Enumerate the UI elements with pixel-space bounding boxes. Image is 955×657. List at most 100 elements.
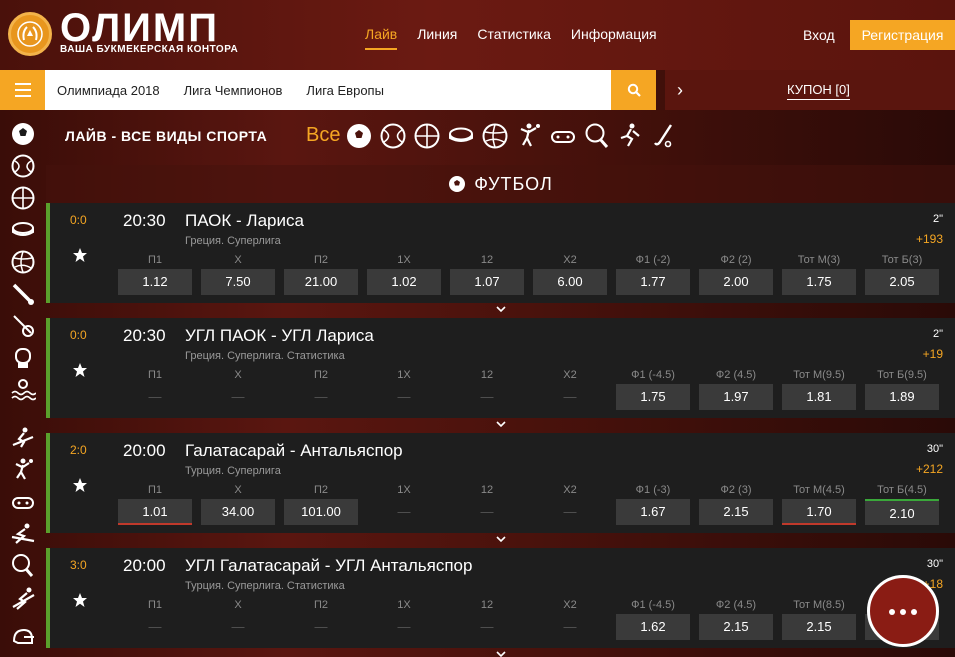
football-icon[interactable] bbox=[345, 122, 373, 150]
odd-cell: 12 1.07 bbox=[450, 253, 524, 295]
odd-cell: П2 — bbox=[284, 368, 358, 410]
american-football-icon[interactable] bbox=[10, 625, 36, 651]
nav-statistics[interactable]: Статистика bbox=[477, 26, 551, 50]
water-polo-icon[interactable] bbox=[10, 377, 36, 403]
register-button[interactable]: Регистрация bbox=[850, 20, 955, 50]
skiing-icon[interactable] bbox=[10, 425, 36, 451]
odd-value-button[interactable]: 2.05 bbox=[865, 269, 939, 295]
nav-line[interactable]: Линия bbox=[417, 26, 457, 50]
odd-value-button[interactable]: 1.89 bbox=[865, 384, 939, 410]
ski-jumping-icon[interactable] bbox=[10, 521, 36, 547]
quick-link-europa-league[interactable]: Лига Европы bbox=[306, 83, 384, 98]
nav-information[interactable]: Информация bbox=[571, 26, 657, 50]
search-button[interactable] bbox=[611, 70, 656, 110]
football-icon[interactable] bbox=[10, 121, 36, 147]
esports-icon[interactable] bbox=[10, 489, 36, 515]
logo-text[interactable]: ОЛИМП bbox=[60, 8, 219, 48]
olimp-logo-emblem[interactable] bbox=[8, 12, 52, 56]
odd-value-button[interactable]: 101.00 bbox=[284, 499, 358, 525]
odd-value-button[interactable]: 2.15 bbox=[699, 499, 773, 525]
odd-value-button[interactable]: 2.00 bbox=[699, 269, 773, 295]
bandy-icon[interactable] bbox=[651, 122, 679, 150]
odd-value-button[interactable]: 21.00 bbox=[284, 269, 358, 295]
odd-value-button[interactable]: 7.50 bbox=[201, 269, 275, 295]
match-row[interactable]: 2:0 20:00 Галатасарай - Антальяспор Турция.… bbox=[46, 433, 955, 543]
chevron-down-icon[interactable] bbox=[495, 649, 507, 657]
match-teams[interactable]: ПАОК - Лариса bbox=[185, 211, 304, 231]
odd-value-button[interactable]: 1.70 bbox=[782, 499, 856, 525]
coupon-label[interactable]: КУПОН [0] bbox=[787, 82, 850, 100]
coupon-bar[interactable]: › КУПОН [0] bbox=[665, 70, 955, 110]
handball-icon[interactable] bbox=[10, 457, 36, 483]
match-row[interactable]: 0:0 20:30 УГЛ ПАОК - УГЛ Лариса Греция. Суп… bbox=[46, 318, 955, 428]
chevron-down-icon[interactable] bbox=[495, 534, 507, 544]
odd-value-button[interactable]: 34.00 bbox=[201, 499, 275, 525]
chevron-down-icon[interactable] bbox=[495, 419, 507, 429]
table-tennis-icon[interactable] bbox=[10, 553, 36, 579]
favorite-star-icon[interactable] bbox=[72, 247, 88, 263]
more-markets-link[interactable]: +193 bbox=[916, 232, 943, 246]
match-row[interactable]: 0:0 20:30 ПАОК - Лариса Греция. Суперлига 2"… bbox=[46, 203, 955, 313]
odd-value-button[interactable]: 6.00 bbox=[533, 269, 607, 295]
login-link[interactable]: Вход bbox=[803, 27, 835, 43]
odd-value-button[interactable]: 2.15 bbox=[782, 614, 856, 640]
more-markets-link[interactable]: +19 bbox=[923, 347, 943, 361]
chat-button[interactable] bbox=[867, 575, 939, 647]
odd-value-button[interactable]: 1.02 bbox=[367, 269, 441, 295]
boxing-icon[interactable] bbox=[10, 345, 36, 371]
nav-live[interactable]: Лайв bbox=[365, 26, 398, 50]
odd-value-button[interactable]: 1.75 bbox=[616, 384, 690, 410]
more-markets-link[interactable]: +212 bbox=[916, 462, 943, 476]
odd-label: Тот Б(9.5) bbox=[877, 369, 927, 381]
menu-button[interactable] bbox=[0, 70, 45, 110]
match-row[interactable]: 3:0 20:00 УГЛ Галатасарай - УГЛ Антальяспо… bbox=[46, 548, 955, 657]
odd-value-button[interactable]: 1.01 bbox=[118, 499, 192, 525]
match-teams[interactable]: Галатасарай - Антальяспор bbox=[185, 441, 403, 461]
favorite-star-icon[interactable] bbox=[72, 362, 88, 378]
quick-link-champions-league[interactable]: Лига Чемпионов bbox=[184, 83, 283, 98]
quick-link-olympics[interactable]: Олимпиада 2018 bbox=[57, 83, 160, 98]
handball-icon[interactable] bbox=[515, 122, 543, 150]
odd-value-button: — bbox=[397, 504, 411, 519]
baseball-icon[interactable] bbox=[10, 281, 36, 307]
odd-label: Тот М(9.5) bbox=[793, 369, 845, 381]
odd-value-button[interactable]: 2.15 bbox=[699, 614, 773, 640]
favorite-star-icon[interactable] bbox=[72, 592, 88, 608]
badminton-icon[interactable] bbox=[10, 313, 36, 339]
tennis-icon[interactable] bbox=[379, 122, 407, 150]
odd-value-button: — bbox=[563, 619, 577, 634]
odd-value-button[interactable]: 1.12 bbox=[118, 269, 192, 295]
esports-icon[interactable] bbox=[549, 122, 577, 150]
odd-label: Ф1 (-2) bbox=[635, 254, 671, 266]
match-teams[interactable]: УГЛ ПАОК - УГЛ Лариса bbox=[185, 326, 374, 346]
odd-label: Тот М(3) bbox=[797, 254, 841, 266]
tennis-icon[interactable] bbox=[10, 153, 36, 179]
odd-value-button[interactable]: 2.10 bbox=[865, 499, 939, 525]
odd-label: 1X bbox=[397, 484, 411, 496]
odd-label: П1 bbox=[147, 599, 163, 611]
favorite-star-icon[interactable] bbox=[72, 477, 88, 493]
chat-dot bbox=[911, 609, 917, 615]
volleyball-icon[interactable] bbox=[481, 122, 509, 150]
odd-value-button[interactable]: 1.97 bbox=[699, 384, 773, 410]
odd-value-button[interactable]: 1.62 bbox=[616, 614, 690, 640]
chevron-down-icon[interactable] bbox=[495, 304, 507, 314]
filter-all-sports[interactable]: Все bbox=[306, 124, 340, 147]
volleyball-icon[interactable] bbox=[10, 249, 36, 275]
basketball-icon[interactable] bbox=[10, 185, 36, 211]
odd-value-button[interactable]: 1.81 bbox=[782, 384, 856, 410]
odd-value-button[interactable]: 1.77 bbox=[616, 269, 690, 295]
ski-jump-icon[interactable] bbox=[10, 585, 36, 611]
match-teams[interactable]: УГЛ Галатасарай - УГЛ Антальяспор bbox=[185, 556, 472, 576]
chevron-right-icon[interactable]: › bbox=[677, 80, 683, 101]
hockey-icon[interactable] bbox=[10, 217, 36, 243]
odd-value-button: — bbox=[231, 619, 245, 634]
hockey-icon[interactable] bbox=[447, 122, 475, 150]
field-hockey-icon[interactable] bbox=[617, 122, 645, 150]
odd-value-button[interactable]: 1.75 bbox=[782, 269, 856, 295]
odd-value-button[interactable]: 1.67 bbox=[616, 499, 690, 525]
odd-value-button[interactable]: 1.07 bbox=[450, 269, 524, 295]
basketball-icon[interactable] bbox=[413, 122, 441, 150]
odd-cell: 12 — bbox=[450, 483, 524, 525]
table-tennis-icon[interactable] bbox=[583, 122, 611, 150]
